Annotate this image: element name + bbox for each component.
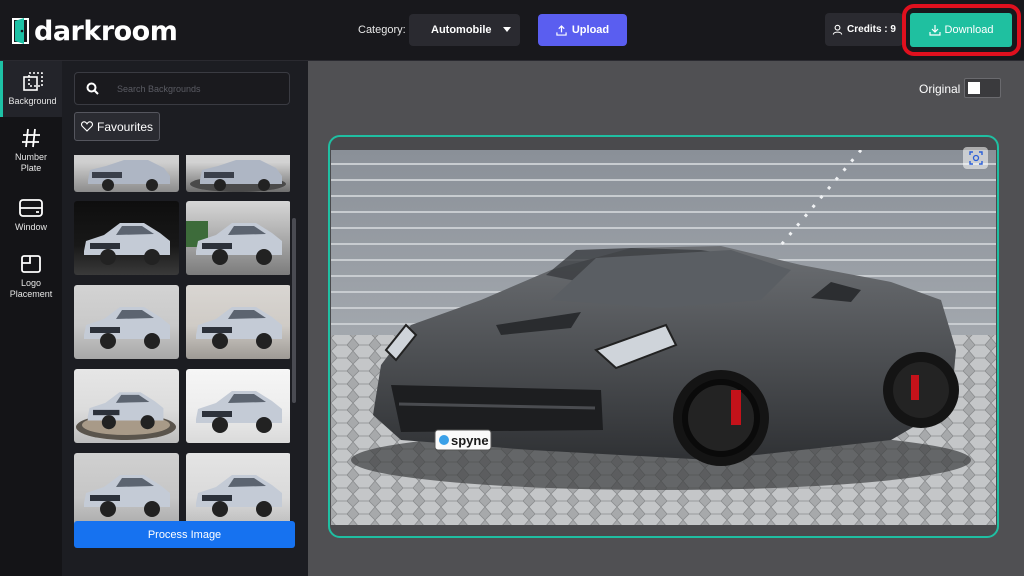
download-icon <box>928 25 941 36</box>
plate-text: spyne <box>451 433 489 448</box>
original-label: Original <box>919 82 961 96</box>
rail-label-window: Window <box>14 222 47 232</box>
search-icon <box>86 82 99 95</box>
logo-placement-icon <box>21 255 41 273</box>
window-icon <box>19 199 43 217</box>
background-thumbnail[interactable] <box>186 453 290 527</box>
brand-name: darkroom <box>34 15 178 47</box>
rail-label-number-plate: Number Plate <box>14 152 47 173</box>
rail-item-background[interactable]: Background <box>0 61 62 117</box>
background-thumbnail[interactable] <box>186 369 290 443</box>
background-thumbnail[interactable] <box>74 201 179 275</box>
search-input[interactable] <box>117 83 277 94</box>
credits-label: Credits : 9 <box>847 24 896 35</box>
tool-rail: Background Number Plate Window Logo Plac… <box>0 61 62 576</box>
rail-label-background: Background <box>8 96 57 106</box>
car-preview-image: spyne <box>331 150 996 525</box>
upload-icon <box>556 24 567 36</box>
original-toggle[interactable] <box>964 78 1001 98</box>
category-value: Automobile <box>431 24 492 36</box>
heart-icon <box>81 121 93 132</box>
user-icon <box>832 24 843 35</box>
background-thumbnail[interactable] <box>74 369 179 443</box>
credits-badge[interactable]: Credits : 9 <box>825 13 903 46</box>
top-bar: darkroom Category: Automobile Upload Cre… <box>0 0 1024 61</box>
background-panel: Favourites <box>62 61 308 576</box>
upload-button[interactable]: Upload <box>538 14 627 46</box>
rail-item-window[interactable]: Window <box>0 197 62 237</box>
hash-icon <box>22 128 40 148</box>
background-thumbnail[interactable] <box>186 285 290 359</box>
favourites-button[interactable]: Favourites <box>74 112 160 141</box>
background-thumbnail[interactable] <box>74 155 179 192</box>
background-thumbnail[interactable] <box>186 155 290 192</box>
rail-item-number-plate[interactable]: Number Plate <box>0 127 62 177</box>
logo-door-icon <box>12 17 32 45</box>
rail-item-logo-placement[interactable]: Logo Placement <box>0 253 62 303</box>
download-button[interactable]: Download <box>910 13 1012 47</box>
logo[interactable]: darkroom <box>12 15 178 47</box>
toggle-knob <box>968 82 980 94</box>
search-box[interactable] <box>74 72 290 105</box>
zoom-button[interactable] <box>963 147 988 169</box>
background-thumbnail[interactable] <box>74 285 179 359</box>
panel-scrollbar[interactable] <box>292 218 296 403</box>
background-thumbnail[interactable] <box>186 201 290 275</box>
category-select[interactable]: Automobile <box>409 14 520 46</box>
rail-label-logo-placement: Logo Placement <box>9 278 53 299</box>
background-thumbnail-grid <box>74 155 290 562</box>
background-thumbnail[interactable] <box>74 453 179 527</box>
upload-label: Upload <box>571 24 610 36</box>
category-label: Category: <box>358 24 406 36</box>
process-image-button[interactable]: Process Image <box>74 521 295 548</box>
download-label: Download <box>944 24 994 36</box>
zoom-icon <box>968 151 983 165</box>
background-icon <box>22 72 43 91</box>
favourites-label: Favourites <box>96 119 154 134</box>
caret-down-icon <box>503 27 511 32</box>
